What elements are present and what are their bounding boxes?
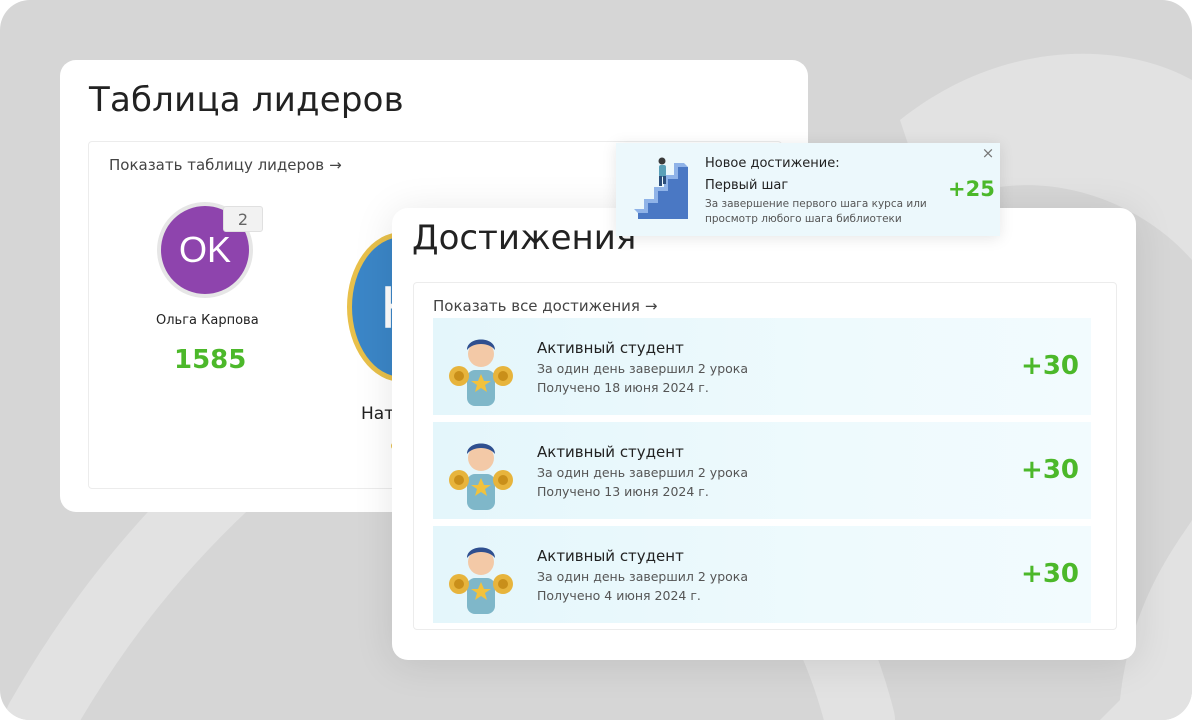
achievement-date: Получено 13 июня 2024 г. [537, 484, 709, 499]
achievement-date: Получено 4 июня 2024 г. [537, 588, 701, 603]
arrow-right-icon: → [329, 156, 342, 174]
avatar-initials: OK [178, 229, 231, 270]
achievement-date: Получено 18 июня 2024 г. [537, 380, 709, 395]
achievement-points: +30 [1021, 559, 1079, 589]
student-with-medals-icon [449, 443, 513, 510]
toast-heading: Новое достижение: [705, 156, 840, 171]
stairs-climber-icon [634, 157, 688, 219]
list-item[interactable]: Активный студент За один день завершил 2… [433, 318, 1091, 415]
achievements-title: Достижения [412, 218, 637, 258]
arrow-right-icon: → [644, 297, 658, 315]
student-with-medals-icon [449, 339, 513, 406]
toast-title: Первый шаг [705, 178, 789, 193]
achievement-points: +30 [1021, 455, 1079, 485]
achievement-toast: Новое достижение: Первый шаг За завершен… [616, 143, 1000, 236]
show-leaderboard-link[interactable]: Показать таблицу лидеров → [109, 156, 342, 174]
rank-badge: 2 [223, 206, 263, 232]
show-leaderboard-label: Показать таблицу лидеров [109, 156, 325, 174]
toast-points: +25 [948, 177, 995, 201]
achievements-card: Достижения Показать все достижения → Акт… [392, 208, 1136, 660]
player-score: 1585 [174, 345, 247, 375]
toast-description: За завершение первого шага курса или про… [705, 198, 927, 225]
list-item[interactable]: Активный студент За один день завершил 2… [433, 526, 1091, 623]
player-name: Ольга Карпова [156, 313, 259, 328]
achievement-list: Активный студент За один день завершил 2… [433, 318, 1091, 629]
canvas: Таблица лидеров Показать таблицу лидеров… [0, 0, 1192, 720]
achievement-title: Активный студент [537, 547, 684, 565]
achievement-title: Активный студент [537, 443, 684, 461]
achievement-description: За один день завершил 2 урока [537, 569, 748, 584]
show-all-achievements-link[interactable]: Показать все достижения → [433, 297, 658, 315]
achievements-panel: Показать все достижения → Активный студен… [413, 282, 1117, 630]
show-all-achievements-label: Показать все достижения [433, 297, 640, 315]
leaderboard-title: Таблица лидеров [89, 80, 404, 120]
achievement-description: За один день завершил 2 урока [537, 465, 748, 480]
achievement-points: +30 [1021, 351, 1079, 381]
student-with-medals-icon [449, 547, 513, 614]
player-name: Нат [361, 404, 395, 424]
achievement-title: Активный студент [537, 339, 684, 357]
list-item[interactable]: Активный студент За один день завершил 2… [433, 422, 1091, 519]
close-icon[interactable]: × [980, 145, 996, 161]
achievement-description: За один день завершил 2 урока [537, 361, 748, 376]
